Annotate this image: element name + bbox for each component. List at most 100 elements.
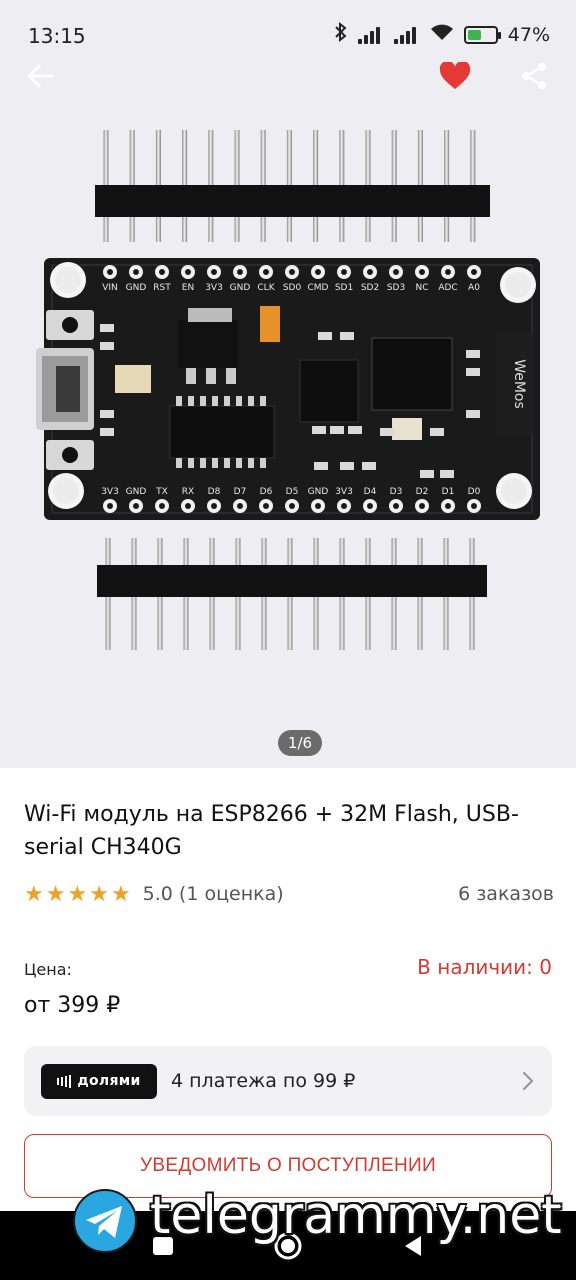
star-icon: ★ <box>67 881 88 907</box>
chip-pin <box>224 458 230 468</box>
chip-pin <box>176 396 182 406</box>
rating-row[interactable]: ★ ★ ★ ★ ★ 5.0 (1 оценка) 6 заказов <box>24 880 554 908</box>
chip-pin <box>188 458 194 468</box>
orders-count: 6 заказов <box>458 883 554 905</box>
smd-component <box>100 324 114 332</box>
signal-icon <box>393 26 420 44</box>
smd-component <box>100 342 114 350</box>
product-image-gallery[interactable]: 13:15 47% WeMos VIN GND RST EN 3V3 GND C… <box>0 0 576 768</box>
pin-hole <box>107 269 113 275</box>
share-icon[interactable] <box>514 56 554 96</box>
pin-hole <box>237 503 243 509</box>
chip-pin <box>236 396 242 406</box>
smd-component <box>466 350 480 358</box>
rating-text: 5.0 (1 оценка) <box>142 883 284 905</box>
battery-percent: 47% <box>507 23 550 46</box>
pin-hole <box>159 269 165 275</box>
chip-pin <box>248 396 254 406</box>
star-icon: ★ <box>24 881 44 907</box>
star-icon: ★ <box>45 881 66 907</box>
pin-label-bottom: D0 <box>468 487 481 497</box>
status-bar: 13:15 47% <box>0 0 576 70</box>
chip-pin <box>224 396 230 406</box>
pin-hole <box>211 503 217 509</box>
watermark-text: telegrammy.net <box>150 1186 562 1246</box>
pin-hole <box>263 269 269 275</box>
pin-hole <box>393 503 399 509</box>
pin-label-bottom: D6 <box>260 487 273 497</box>
image-counter: 1/6 <box>278 730 322 756</box>
bluetooth-icon <box>334 21 348 47</box>
smd-component <box>348 426 362 434</box>
chip-pin <box>176 458 182 468</box>
smd-component <box>100 410 114 418</box>
price-label: Цена: <box>24 960 72 979</box>
smd-component <box>420 470 434 478</box>
pin-label-bottom: D1 <box>442 487 455 497</box>
pin-label-bottom: D5 <box>286 487 299 497</box>
pin-hole <box>133 269 139 275</box>
pin-hole <box>367 269 373 275</box>
smd-component <box>330 426 344 434</box>
svg-text:WeMos: WeMos <box>511 359 527 409</box>
telegram-logo-icon <box>73 1189 137 1253</box>
pin-hole <box>107 503 113 509</box>
pin-hole <box>471 269 477 275</box>
pin-label-top: 3V3 <box>205 283 223 293</box>
price-value: от 399 ₽ <box>24 993 121 1018</box>
pin-hole <box>367 503 373 509</box>
pin-hole <box>289 269 295 275</box>
pin-label-top: GND <box>230 283 251 293</box>
pin-label-top: ADC <box>438 283 457 293</box>
pin-hole <box>289 503 295 509</box>
back-arrow-icon[interactable] <box>20 56 60 96</box>
star-icon: ★ <box>89 881 109 907</box>
stock-status: В наличии: 0 <box>417 955 552 979</box>
pin-label-bottom: D3 <box>390 487 403 497</box>
pin-label-bottom: TX <box>155 487 168 497</box>
pin-hole <box>419 503 425 509</box>
pin-label-top: RST <box>153 283 171 293</box>
installments-text: 4 платежа по 99 ₽ <box>171 1070 356 1092</box>
pin-label-bottom: GND <box>126 487 147 497</box>
pin-hole <box>419 269 425 275</box>
chip-pin <box>200 458 206 468</box>
status-icons: 47% <box>334 21 550 47</box>
pin-hole <box>393 269 399 275</box>
chip-pin <box>200 396 206 406</box>
pin-hole <box>471 503 477 509</box>
pin-label-bottom: D7 <box>234 487 247 497</box>
pin-hole <box>341 503 347 509</box>
signal-icon <box>357 26 384 44</box>
chevron-right-icon <box>522 1071 534 1095</box>
pin-label-top: NC <box>415 283 428 293</box>
battery-charging-icon <box>463 25 501 44</box>
star-icon: ★ <box>110 881 131 907</box>
pin-hole <box>445 503 451 509</box>
pin-label-bottom: 3V3 <box>101 487 119 497</box>
smd-component <box>318 332 332 340</box>
pin-label-top: CMD <box>308 283 329 293</box>
pin-hole <box>211 269 217 275</box>
pin-hole <box>133 503 139 509</box>
chip-pin <box>212 458 218 468</box>
chip-pin <box>248 458 254 468</box>
heart-icon[interactable] <box>435 56 475 96</box>
pin-hole <box>315 503 321 509</box>
smd-component <box>340 332 354 340</box>
pin-hole <box>341 269 347 275</box>
pin-label-top: SD0 <box>283 283 302 293</box>
smd-component <box>314 462 328 470</box>
chip-pin <box>260 396 266 406</box>
pin-hole <box>185 503 191 509</box>
pin-label-top: EN <box>182 283 194 293</box>
dolyami-logo-icon <box>57 1074 72 1088</box>
chip-pin <box>188 396 194 406</box>
product-title: Wi-Fi модуль на ESP8266 + 32M Flash, USB… <box>24 802 519 860</box>
pin-hole <box>315 269 321 275</box>
pin-hole <box>263 503 269 509</box>
pin-hole <box>445 269 451 275</box>
installments-banner[interactable]: долями 4 платежа по 99 ₽ <box>24 1046 552 1116</box>
pin-label-top: SD3 <box>387 283 405 293</box>
smd-component <box>466 410 480 418</box>
